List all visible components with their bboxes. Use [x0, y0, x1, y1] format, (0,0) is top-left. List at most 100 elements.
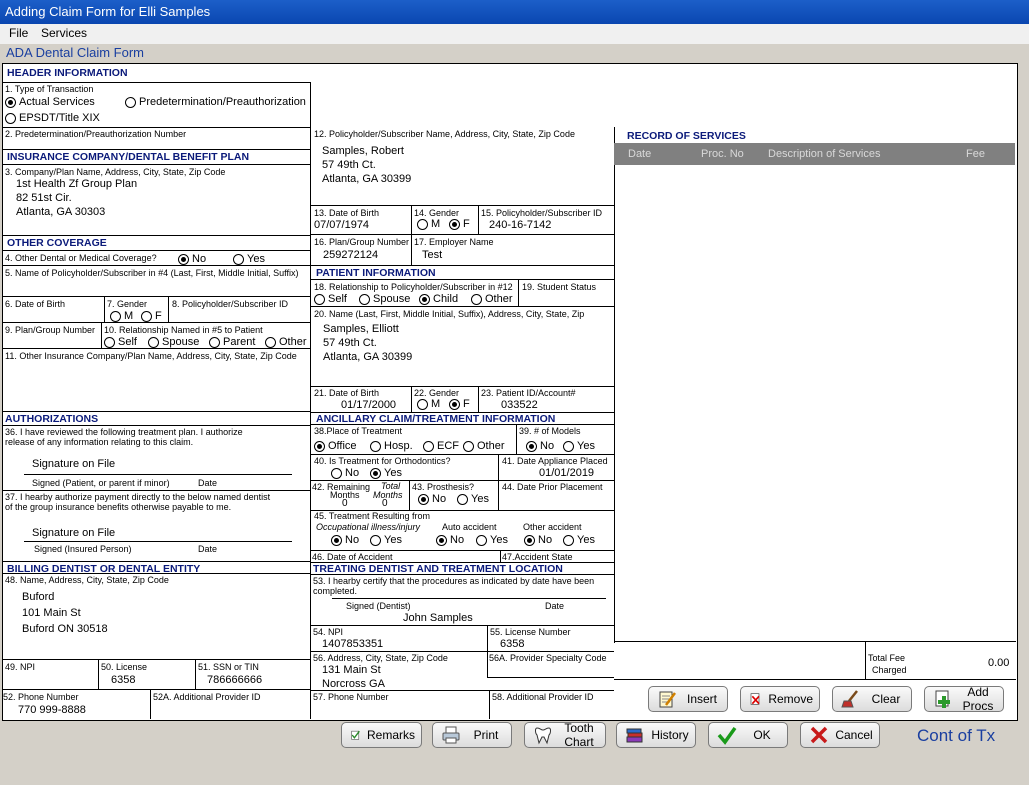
patient-account[interactable]: 033522: [501, 399, 538, 411]
patient-name[interactable]: Samples, Elliott: [323, 323, 399, 335]
treating-city[interactable]: Norcross GA: [322, 678, 385, 690]
billing-city[interactable]: Buford ON 30518: [22, 623, 108, 635]
insurance-name[interactable]: 1st Health Zf Group Plan: [16, 178, 137, 190]
auto-yes-radio[interactable]: Yes: [476, 534, 508, 546]
dentist-name[interactable]: John Samples: [403, 612, 473, 624]
billing-ssn-label: 51. SSN or TIN: [198, 662, 259, 672]
patient-gender-f-radio[interactable]: F: [449, 398, 470, 410]
remove-button[interactable]: Remove: [740, 686, 820, 712]
subscriber-gender-m-radio[interactable]: M: [417, 218, 440, 230]
history-button[interactable]: History: [616, 722, 696, 748]
billing-phone[interactable]: 770 999-8888: [18, 704, 86, 716]
ortho-yes-radio[interactable]: Yes: [370, 467, 402, 479]
other-accident-no-radio[interactable]: No: [524, 534, 552, 546]
tooth-chart-button[interactable]: Tooth Chart: [524, 721, 606, 749]
services-list[interactable]: [614, 165, 1016, 641]
ok-button[interactable]: OK: [708, 722, 788, 748]
patient-address[interactable]: 57 49th Ct.: [323, 337, 377, 349]
other-coverage-no-radio[interactable]: No: [178, 253, 206, 265]
subscriber-id-8-label: 8. Policyholder/Subscriber ID: [172, 299, 289, 309]
other-accident-yes-radio[interactable]: Yes: [563, 534, 595, 546]
dentist-date-label: Date: [545, 601, 565, 611]
col-fee[interactable]: Fee: [966, 148, 985, 160]
billing-name[interactable]: Buford: [22, 591, 54, 603]
subscriber-dob[interactable]: 07/07/1974: [314, 219, 369, 231]
subscriber-gender-f-radio[interactable]: F: [449, 218, 470, 230]
rel-10-spouse-radio[interactable]: Spouse: [148, 336, 199, 348]
x-cancel-icon: [810, 726, 828, 744]
months-remaining[interactable]: 0: [342, 498, 348, 509]
occupational-yes-radio[interactable]: Yes: [370, 534, 402, 546]
services-table-header: Date Proc. No Description of Services Fe…: [614, 143, 1015, 165]
patient-city[interactable]: Atlanta, GA 30399: [323, 351, 412, 363]
company-plan-label: 3. Company/Plan Name, Address, City, Sta…: [5, 167, 226, 177]
billing-ssn[interactable]: 786666666: [207, 674, 262, 686]
gender-7-m-radio[interactable]: M: [110, 310, 133, 322]
prosthesis-yes-radio[interactable]: Yes: [457, 493, 489, 505]
subscriber-name[interactable]: Samples, Robert: [322, 145, 404, 157]
insert-button[interactable]: Insert: [648, 686, 728, 712]
patient-signature[interactable]: Signature on File: [32, 458, 115, 470]
insurance-address[interactable]: 82 51st Cir.: [16, 192, 72, 204]
billing-phone-label: 52. Phone Number: [3, 692, 79, 702]
models-yes-radio[interactable]: Yes: [563, 440, 595, 452]
menu-services[interactable]: Services: [41, 26, 87, 40]
predetermination-radio[interactable]: Predetermination/Preauthorization: [125, 96, 306, 108]
col-proc-no[interactable]: Proc. No: [701, 148, 744, 160]
employer-label: 17. Employer Name: [414, 237, 494, 247]
dentist-signed-label: Signed (Dentist): [346, 601, 411, 611]
rel-18-other-radio[interactable]: Other: [471, 293, 513, 305]
place-other-radio[interactable]: Other: [463, 440, 505, 452]
place-ecf-radio[interactable]: ECF: [423, 440, 459, 452]
actual-services-radio[interactable]: Actual Services: [5, 96, 95, 108]
treating-address-label: 56. Address, City, State, Zip Code: [313, 653, 448, 663]
prosthesis-no-radio[interactable]: No: [418, 493, 446, 505]
insurance-city[interactable]: Atlanta, GA 30303: [16, 206, 105, 218]
insured-signature[interactable]: Signature on File: [32, 527, 115, 539]
menu-file[interactable]: File: [9, 26, 28, 40]
rel-18-self-radio[interactable]: Self: [314, 293, 347, 305]
plan-number[interactable]: 259272124: [323, 249, 378, 261]
place-hosp-radio[interactable]: Hosp.: [370, 440, 413, 452]
occupational-no-radio[interactable]: No: [331, 534, 359, 546]
billing-address[interactable]: 101 Main St: [22, 607, 81, 619]
insurance-section-title: INSURANCE COMPANY/DENTAL BENEFIT PLAN: [7, 151, 250, 163]
subscriber-city[interactable]: Atlanta, GA 30399: [322, 173, 411, 185]
treating-license[interactable]: 6358: [500, 638, 524, 650]
clear-button[interactable]: Clear: [832, 686, 912, 712]
col-description[interactable]: Description of Services: [768, 148, 881, 160]
treating-address[interactable]: 131 Main St: [322, 664, 381, 676]
employer-name[interactable]: Test: [422, 249, 442, 261]
other-insurance-11-label: 11. Other Insurance Company/Plan Name, A…: [5, 351, 297, 361]
months-total[interactable]: 0: [382, 498, 388, 509]
auto-no-radio[interactable]: No: [436, 534, 464, 546]
patient-dob[interactable]: 01/17/2000: [341, 399, 396, 411]
print-button[interactable]: Print: [432, 722, 512, 748]
appliance-date[interactable]: 01/01/2019: [539, 467, 594, 479]
cont-of-tx-link[interactable]: Cont of Tx: [917, 726, 995, 746]
subscriber-address[interactable]: 57 49th Ct.: [322, 159, 376, 171]
col-date[interactable]: Date: [628, 148, 651, 160]
gender-7-f-radio[interactable]: F: [141, 310, 162, 322]
rel-18-child-radio[interactable]: Child: [419, 293, 458, 305]
place-office-radio[interactable]: Office: [314, 440, 357, 452]
rel-10-self-radio[interactable]: Self: [104, 336, 137, 348]
treating-npi[interactable]: 1407853351: [322, 638, 383, 650]
other-coverage-yes-radio[interactable]: Yes: [233, 253, 265, 265]
billing-license[interactable]: 6358: [111, 674, 135, 686]
title-bar: Adding Claim Form for Elli Samples: [0, 0, 1029, 24]
patient-gender-m-radio[interactable]: M: [417, 398, 440, 410]
cancel-button[interactable]: Cancel: [800, 722, 880, 748]
auto-accident-label: Auto accident: [442, 522, 497, 532]
student-status-label: 19. Student Status: [522, 282, 597, 292]
ortho-no-radio[interactable]: No: [331, 467, 359, 479]
remarks-button[interactable]: Remarks: [341, 722, 422, 748]
add-procs-button[interactable]: Add Procs: [924, 685, 1004, 713]
models-no-radio[interactable]: No: [526, 440, 554, 452]
subscriber-id[interactable]: 240-16-7142: [489, 219, 551, 231]
window-title: Adding Claim Form for Elli Samples: [5, 4, 211, 19]
rel-18-spouse-radio[interactable]: Spouse: [359, 293, 410, 305]
rel-10-other-radio[interactable]: Other: [265, 336, 307, 348]
epsdt-radio[interactable]: EPSDT/Title XIX: [5, 112, 100, 124]
rel-10-parent-radio[interactable]: Parent: [209, 336, 255, 348]
